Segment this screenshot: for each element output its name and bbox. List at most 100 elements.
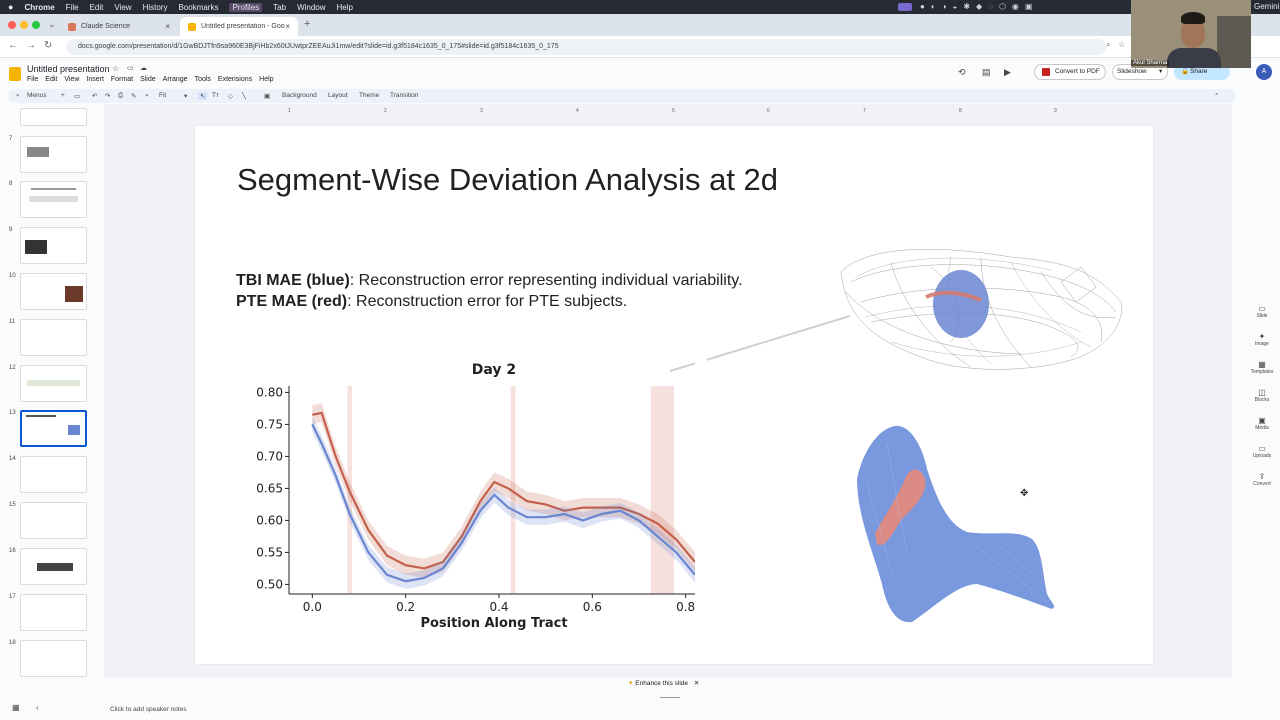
menu-tools[interactable]: Tools	[195, 76, 211, 83]
menu-edit[interactable]: Edit	[90, 3, 104, 12]
menu-slide[interactable]: Slide	[140, 76, 156, 83]
templates-panel-button[interactable]: ▦ Templates	[1244, 360, 1280, 388]
new-tab-icon[interactable]: +	[304, 18, 310, 30]
deviation-line-chart[interactable]: 0.80 0.75 0.70 0.65 0.60 0.55 0.50 0.0 0.2 0.4 0.6…	[247, 354, 707, 634]
slide-thumbnail[interactable]	[20, 108, 87, 126]
menu-file[interactable]: File	[27, 76, 38, 83]
slide-canvas[interactable]: Segment-Wise Deviation Analysis at 2d TB…	[195, 126, 1153, 664]
theme-button[interactable]: Theme	[359, 92, 379, 99]
close-window-icon[interactable]	[8, 21, 16, 29]
slide-thumbnail-selected[interactable]	[20, 410, 87, 447]
menu-tab[interactable]: Tab	[273, 3, 286, 12]
brain-wireframe-image[interactable]	[831, 242, 1127, 378]
forward-icon[interactable]: →	[26, 40, 36, 51]
comment-icon[interactable]: ▣	[264, 92, 270, 100]
menu-view[interactable]: View	[64, 76, 79, 83]
print-icon[interactable]: ⎙	[118, 92, 123, 100]
speaker-notes-field[interactable]: Click to add speaker notes	[110, 706, 187, 713]
zoom-window-icon[interactable]	[32, 21, 40, 29]
document-title[interactable]: Untitled presentation	[27, 64, 110, 74]
menu-file[interactable]: File	[66, 3, 79, 12]
minimize-window-icon[interactable]	[20, 21, 28, 29]
menu-bookmarks[interactable]: Bookmarks	[178, 3, 218, 12]
layout-button[interactable]: Layout	[328, 92, 348, 99]
slide-thumbnail[interactable]	[20, 319, 87, 356]
menu-view[interactable]: View	[114, 3, 131, 12]
slide-body-line-2[interactable]: PTE MAE (red): Reconstruction error for …	[236, 293, 627, 311]
menu-window[interactable]: Window	[297, 3, 325, 12]
redo-icon[interactable]: ↷	[105, 92, 110, 100]
paint-format-icon[interactable]: ✎	[131, 92, 136, 100]
search-menus-button[interactable]: Menus	[27, 92, 47, 99]
menu-help[interactable]: Help	[337, 3, 353, 12]
undo-icon[interactable]: ↶	[92, 92, 97, 100]
background-button[interactable]: Background	[282, 92, 317, 99]
slide-thumbnail[interactable]	[20, 548, 87, 585]
image-panel-button[interactable]: ✦ Image	[1244, 332, 1280, 360]
url-input[interactable]: docs.google.com/presentation/d/1GwBDJTfn…	[66, 39, 1106, 55]
new-slide-icon[interactable]: +	[61, 92, 65, 99]
menu-extensions[interactable]: Extensions	[218, 76, 252, 83]
status-icons[interactable]: ●◐◑◒✱◆◌⬡◉▣	[920, 2, 1038, 11]
menu-profiles[interactable]: Profiles	[229, 2, 263, 12]
slide-panel-button[interactable]: ▭ Slide	[1244, 304, 1280, 332]
line-icon[interactable]: ╲	[242, 92, 246, 100]
avatar[interactable]: A	[1256, 64, 1272, 80]
zoom-icon[interactable]: ⌕	[145, 92, 149, 100]
collapse-filmstrip-icon[interactable]: ‹	[36, 703, 39, 712]
slide-layout-icon[interactable]: ▭	[74, 92, 80, 100]
version-history-icon[interactable]: ⟲	[958, 67, 966, 78]
menu-help[interactable]: Help	[259, 76, 273, 83]
slide-title[interactable]: Segment-Wise Deviation Analysis at 2d	[237, 162, 778, 198]
status-app-icon[interactable]	[898, 3, 912, 11]
menu-insert[interactable]: Insert	[86, 76, 104, 83]
menu-edit[interactable]: Edit	[45, 76, 57, 83]
menu-format[interactable]: Format	[111, 76, 133, 83]
menu-history[interactable]: History	[143, 3, 168, 12]
select-cursor-icon[interactable]: ↖	[198, 92, 208, 100]
slides-logo-icon[interactable]	[9, 67, 21, 81]
slide-thumbnail[interactable]	[20, 456, 87, 493]
blocks-panel-button[interactable]: ◫ Blocks	[1244, 388, 1280, 416]
grid-view-icon[interactable]: ▦	[12, 703, 20, 712]
close-tab-icon[interactable]: ×	[165, 22, 170, 31]
star-icon[interactable]: ☆	[112, 64, 119, 73]
menu-clock[interactable]: Gemini	[1254, 2, 1279, 11]
tab-search-icon[interactable]: ⌄	[48, 19, 56, 30]
menu-app[interactable]: Chrome	[24, 3, 54, 12]
close-tab-icon[interactable]: ×	[285, 22, 290, 31]
zoom-select[interactable]: Fit	[159, 92, 166, 99]
bookmark-star-icon[interactable]: ☆	[1118, 40, 1125, 49]
chevron-down-icon[interactable]: ▾	[184, 92, 187, 100]
slide-body-line-1[interactable]: TBI MAE (blue): Reconstruction error rep…	[236, 272, 743, 290]
slide-thumbnail[interactable]	[20, 227, 87, 264]
slide-thumbnail[interactable]	[20, 136, 87, 173]
slide-thumbnail[interactable]	[20, 594, 87, 631]
search-menus-icon[interactable]: ⌕	[16, 92, 20, 100]
shape-icon[interactable]: ◇	[228, 92, 233, 100]
comments-icon[interactable]: ▤	[982, 67, 991, 78]
convert-to-pdf-button[interactable]: Convert to PDF	[1034, 64, 1106, 80]
tab-claude-science[interactable]: Claude Science ×	[60, 17, 178, 36]
menu-arrange[interactable]: Arrange	[163, 76, 188, 83]
slide-thumbnail[interactable]	[20, 502, 87, 539]
slide-thumbnail[interactable]	[20, 273, 87, 310]
reload-icon[interactable]: ↻	[44, 40, 52, 51]
notes-resize-handle[interactable]	[660, 697, 680, 698]
enhance-slide-banner[interactable]: ✦ Enhance this slide ✕	[628, 677, 716, 691]
tract-3d-rendering[interactable]	[847, 424, 1062, 624]
uploads-panel-button[interactable]: ▭ Uploads	[1244, 444, 1280, 472]
slide-thumbnail[interactable]	[20, 365, 87, 402]
convert-panel-button[interactable]: ⇪ Convert	[1244, 472, 1280, 500]
tab-untitled-presentation[interactable]: Untitled presentation - Goo... ×	[180, 17, 298, 36]
close-icon[interactable]: ✕	[694, 680, 699, 687]
slide-thumbnail[interactable]	[20, 640, 87, 677]
move-folder-icon[interactable]: ▭	[127, 64, 134, 72]
collapse-toolbar-icon[interactable]: ⌃	[1214, 92, 1219, 100]
meet-icon[interactable]: ▶	[1004, 67, 1011, 78]
apple-icon[interactable]: ●	[8, 2, 13, 12]
text-box-icon[interactable]: Tт	[212, 92, 219, 99]
media-panel-button[interactable]: ▣ Media	[1244, 416, 1280, 444]
transition-button[interactable]: Transition	[390, 92, 418, 99]
slide-thumbnail[interactable]	[20, 181, 87, 218]
